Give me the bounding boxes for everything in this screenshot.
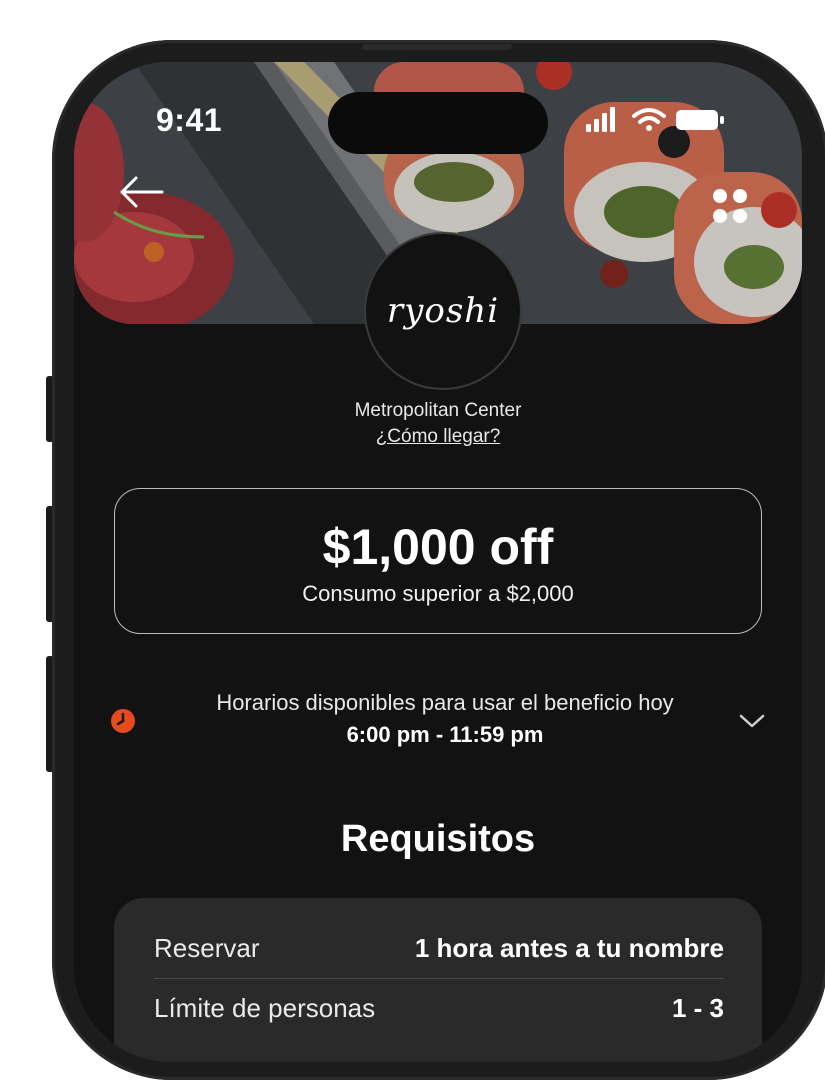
requirement-row: Límite de personas 1 - 3 bbox=[154, 980, 724, 1036]
offer-title: $1,000 off bbox=[322, 519, 554, 575]
requirement-label: Límite de personas bbox=[154, 992, 376, 1023]
divider bbox=[154, 978, 724, 979]
chevron-down-icon[interactable] bbox=[738, 712, 766, 730]
app-screen: 9:41 ryoshi Metropolitan Center ¿Cómo ll… bbox=[74, 62, 802, 1062]
offer-subtitle: Consumo superior a $2,000 bbox=[302, 581, 574, 606]
requirements-title: Requisitos bbox=[340, 818, 536, 860]
phone-speaker bbox=[362, 44, 512, 50]
schedule-hours: 6:00 pm - 11:59 pm bbox=[346, 722, 544, 747]
requirement-row: Reservar 1 hora antes a tu nombre bbox=[154, 920, 724, 976]
dynamic-island bbox=[328, 92, 548, 154]
directions-link[interactable]: ¿Cómo llegar? bbox=[376, 426, 501, 447]
arrow-left-icon bbox=[120, 176, 164, 208]
restaurant-logo: ryoshi bbox=[364, 232, 522, 390]
schedule-dropdown[interactable]: Horarios disponibles para usar el benefi… bbox=[110, 690, 770, 760]
grid-dots-icon bbox=[713, 189, 747, 223]
battery-icon bbox=[676, 110, 724, 130]
back-button[interactable] bbox=[118, 174, 166, 210]
requirements-card: Reservar 1 hora antes a tu nombre Límite… bbox=[114, 898, 762, 1062]
status-time: 9:41 bbox=[156, 102, 223, 138]
clock-icon bbox=[111, 709, 135, 733]
menu-button[interactable] bbox=[710, 186, 750, 226]
requirement-value: 1 - 3 bbox=[671, 992, 724, 1023]
requirement-label: Reservar bbox=[154, 932, 260, 963]
logo-text: ryoshi bbox=[386, 291, 500, 331]
signal-icon bbox=[586, 107, 615, 132]
schedule-label: Horarios disponibles para usar el benefi… bbox=[216, 690, 674, 715]
requirement-value: 1 hora antes a tu nombre bbox=[414, 932, 724, 963]
wifi-icon bbox=[632, 108, 666, 131]
offer-card: $1,000 off Consumo superior a $2,000 bbox=[114, 488, 762, 634]
status-icons bbox=[586, 106, 736, 141]
location-name: Metropolitan Center bbox=[354, 400, 522, 421]
